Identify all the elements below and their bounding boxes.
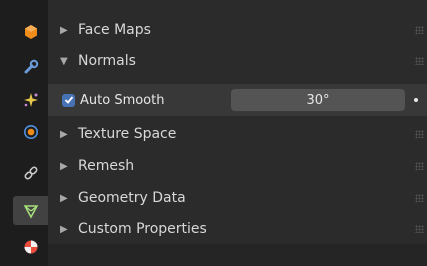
tab-material[interactable] <box>15 232 46 261</box>
expanded-arrow-icon: ▼ <box>60 55 68 67</box>
object-icon <box>24 24 37 39</box>
tab-mesh-data[interactable] <box>13 196 48 225</box>
normals-content: Auto Smooth 30° <box>48 84 427 116</box>
panel-normals[interactable]: ▼ Normals <box>48 45 427 77</box>
panel-label: Texture Space <box>78 126 177 142</box>
collapsed-arrow-icon: ▶ <box>60 160 68 172</box>
collapsed-arrow-icon: ▶ <box>60 24 68 36</box>
drag-handle-icon[interactable] <box>415 57 424 65</box>
tab-particles[interactable] <box>15 85 46 114</box>
drag-handle-icon[interactable] <box>415 162 424 170</box>
tab-modifiers[interactable] <box>15 52 46 81</box>
drag-handle-icon[interactable] <box>415 26 424 34</box>
panel-label: Custom Properties <box>78 221 207 237</box>
panel-label: Geometry Data <box>78 190 186 206</box>
constraints-icon <box>24 166 37 179</box>
panel-label: Normals <box>78 53 136 69</box>
auto-smooth-angle-field[interactable]: 30° <box>231 89 405 111</box>
drag-handle-icon[interactable] <box>415 194 424 202</box>
collapsed-arrow-icon: ▶ <box>60 192 68 204</box>
panel-label: Remesh <box>78 158 135 174</box>
panel-label: Face Maps <box>78 22 151 38</box>
properties-panel: ▶ Face Maps ▼ Normals Auto Smooth 30° ▶ … <box>48 0 427 266</box>
tab-object[interactable] <box>15 17 46 46</box>
auto-smooth-checkbox[interactable] <box>62 93 75 107</box>
panel-geometry-data[interactable]: ▶ Geometry Data <box>48 182 427 214</box>
properties-tab-bar <box>0 0 48 266</box>
drag-handle-icon[interactable] <box>415 225 424 233</box>
animate-property-dot-icon[interactable] <box>414 98 418 102</box>
tab-constraints[interactable] <box>15 158 46 187</box>
panel-footer-area <box>48 244 427 266</box>
panel-remesh[interactable]: ▶ Remesh <box>48 150 427 182</box>
physics-icon <box>23 124 38 139</box>
panel-texture-space[interactable]: ▶ Texture Space <box>48 118 427 150</box>
collapsed-arrow-icon: ▶ <box>60 223 68 235</box>
mesh-data-icon <box>23 204 38 219</box>
wrench-icon <box>24 59 38 73</box>
particles-icon <box>23 92 38 107</box>
drag-handle-icon[interactable] <box>415 130 424 138</box>
panel-custom-properties[interactable]: ▶ Custom Properties <box>48 213 427 245</box>
auto-smooth-label: Auto Smooth <box>80 92 165 108</box>
checkmark-icon <box>64 96 73 104</box>
material-icon <box>24 240 37 253</box>
collapsed-arrow-icon: ▶ <box>60 128 68 140</box>
panel-face-maps[interactable]: ▶ Face Maps <box>48 14 427 46</box>
tab-physics[interactable] <box>15 117 46 146</box>
